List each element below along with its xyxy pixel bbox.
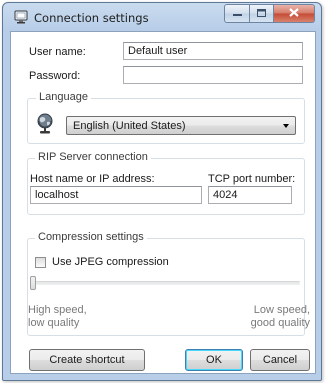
host-label: Host name or IP address:	[30, 173, 155, 185]
quality-slider-thumb[interactable]	[30, 276, 36, 290]
title-bar[interactable]: Connection settings	[3, 3, 321, 31]
low-speed-label: Low speed, good quality	[250, 304, 310, 329]
cancel-button[interactable]: Cancel	[250, 349, 310, 371]
maximize-icon	[257, 8, 266, 20]
create-shortcut-button[interactable]: Create shortcut	[29, 349, 145, 371]
close-icon	[289, 7, 299, 20]
username-label: User name:	[29, 46, 86, 58]
password-field[interactable]	[123, 66, 303, 84]
jpeg-compression-label: Use JPEG compression	[52, 256, 169, 268]
compression-group-title: Compression settings	[35, 231, 147, 243]
rip-server-group-title: RIP Server connection	[35, 151, 151, 163]
chevron-down-icon	[283, 124, 289, 128]
caption-buttons	[224, 4, 315, 23]
port-label: TCP port number:	[208, 173, 296, 185]
language-selected-value: English (United States)	[73, 120, 186, 132]
jpeg-compression-option[interactable]: Use JPEG compression	[35, 256, 169, 268]
password-label: Password:	[29, 70, 81, 82]
close-button[interactable]	[274, 4, 315, 23]
quality-slider-track[interactable]	[30, 281, 300, 285]
minimize-icon	[232, 8, 242, 20]
host-field[interactable]: localhost	[30, 186, 202, 204]
dialog-body: User name: Default user Password: Langua…	[10, 31, 316, 374]
monitor-icon	[13, 9, 29, 25]
compression-group: Compression settings Use JPEG compressio…	[27, 231, 310, 336]
window-title: Connection settings	[34, 11, 149, 25]
minimize-button[interactable]	[224, 4, 250, 23]
rip-server-group: RIP Server connection Host name or IP ad…	[27, 151, 305, 215]
high-speed-label: High speed, low quality	[28, 304, 87, 329]
ok-button[interactable]: OK	[185, 349, 243, 371]
language-select[interactable]: English (United States)	[66, 116, 296, 135]
username-field[interactable]: Default user	[123, 42, 303, 60]
jpeg-compression-checkbox[interactable]	[35, 256, 46, 268]
maximize-button[interactable]	[250, 4, 274, 23]
language-group-title: Language	[36, 91, 91, 103]
port-field[interactable]: 4024	[208, 186, 292, 204]
language-group: Language English (United States)	[27, 91, 305, 144]
globe-icon	[36, 113, 54, 135]
connection-settings-window: Connection settings User name: Default u…	[2, 2, 322, 381]
